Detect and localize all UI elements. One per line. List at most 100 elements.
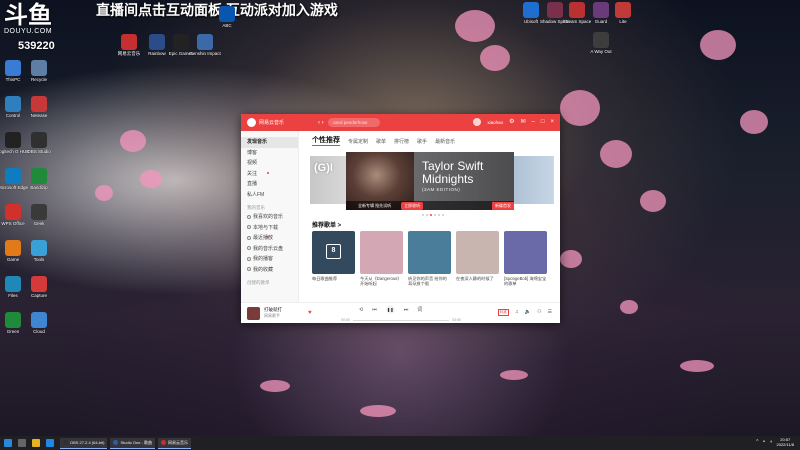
desktop-icon[interactable]: Lite	[606, 2, 640, 24]
desktop-icon-label: ABC	[222, 23, 232, 28]
playlist-caption[interactable]: [SpongeBob] 海绵宝宝的歌单	[504, 276, 547, 286]
taskbar: OBS 27.2.4 (64-bit) Studio One - 歌曲 网易云音乐 …	[0, 436, 800, 450]
tab-bar: 个性推荐 专属定制 歌单 排行榜 歌手 最新音乐	[312, 136, 550, 146]
clock[interactable]: 20:57 2022/11/8	[777, 437, 795, 447]
tab[interactable]: 排行榜	[394, 138, 409, 145]
maximize-icon[interactable]: □	[541, 118, 545, 126]
playlist-cover[interactable]	[360, 231, 403, 274]
desktop-icon[interactable]: A Way Out	[584, 32, 618, 54]
settings-icon[interactable]: ⚙	[509, 118, 514, 126]
desktop-icon-label: Netease	[30, 113, 48, 118]
desktop-icon[interactable]: Genshin Impact	[188, 34, 222, 56]
desktop-icon[interactable]: Netease	[22, 96, 56, 118]
song-artist[interactable]: 网易歌手	[264, 313, 324, 319]
douyu-logo-sub: DOUYU.COM	[4, 28, 53, 35]
file-explorer-icon[interactable]	[32, 439, 40, 447]
playlist-cover[interactable]: 8	[312, 231, 355, 274]
carousel-dots[interactable]	[422, 214, 444, 216]
banner-main[interactable]: Taylor Swift Midnights (3AM EDITION) 全新专…	[346, 152, 514, 210]
close-icon[interactable]: ×	[550, 118, 554, 126]
title-bar[interactable]: 网易云音乐 ‹ › carol penderhose xiaohao ⚙ ✉ –…	[241, 114, 560, 131]
sidebar-item-label: 发现音乐	[247, 139, 268, 145]
sidebar-item-icon	[247, 256, 251, 261]
tab[interactable]: 歌单	[376, 138, 386, 145]
taskbar-app[interactable]: Studio One - 歌曲	[110, 437, 156, 449]
sidebar-item[interactable]: 私人FM	[241, 190, 298, 201]
banner-carousel[interactable]: (G)I Taylor Swift Midnights (3AM EDITION…	[310, 152, 554, 216]
sidebar-item[interactable]: 本地与下载	[241, 223, 298, 234]
playlist-caption[interactable]: 今天从《Dangerous》开始听起	[360, 276, 403, 286]
taskbar-app[interactable]: OBS 27.2.4 (64-bit)	[60, 437, 108, 449]
search-input[interactable]: carol penderhose	[327, 118, 380, 127]
sidebar-item[interactable]: 我的播客	[241, 254, 298, 265]
user-name[interactable]: xiaohao	[487, 120, 503, 125]
back-forward-arrows-icon[interactable]: ‹ ›	[318, 120, 324, 126]
previous-icon[interactable]: ⏮	[372, 307, 377, 313]
network-icon[interactable]: ◓	[762, 439, 765, 445]
mail-icon[interactable]: ✉	[520, 118, 525, 126]
sidebar-item-icon	[247, 214, 251, 219]
sidebar-item[interactable]: 博客	[241, 148, 298, 159]
playlist-card[interactable]: 听见你的声音 给你的耳朵放个假	[408, 231, 451, 286]
taskbar-app[interactable]: 网易云音乐	[158, 437, 192, 449]
tab[interactable]: 歌手	[417, 138, 427, 145]
desktop-icon[interactable]: Recycle	[22, 60, 56, 82]
sidebar-item[interactable]: 关注	[241, 169, 298, 180]
sidebar-item[interactable]: 最近播放	[241, 233, 298, 244]
play-pause-button[interactable]: ❚❚	[385, 305, 395, 314]
playlist-icon[interactable]: ☰	[548, 309, 552, 316]
volume-icon[interactable]: 🔈	[525, 309, 531, 316]
banner-tag: 新碟首发	[492, 202, 514, 210]
app-icon	[31, 204, 47, 220]
banner-listen-button[interactable]: 立即收听	[401, 201, 424, 210]
playlist-card[interactable]: 在夜深人静的时候了	[456, 231, 499, 286]
netease-music-window[interactable]: 网易云音乐 ‹ › carol penderhose xiaohao ⚙ ✉ –…	[241, 114, 560, 323]
sidebar-item-label: 博客	[247, 149, 258, 156]
avatar[interactable]	[473, 118, 482, 126]
taskbar-search-icon[interactable]	[18, 439, 26, 447]
minimize-icon[interactable]: –	[532, 118, 535, 126]
desktop-icon[interactable]: Bandizip	[22, 168, 56, 190]
sidebar-item[interactable]: 我的收藏	[241, 265, 298, 276]
desktop-icon[interactable]: Geek	[22, 204, 56, 226]
playlist-card[interactable]: 8 每日歌曲推荐	[312, 231, 355, 286]
playlist-caption[interactable]: 听见你的声音 给你的耳朵放个假	[408, 276, 451, 286]
desktop-icon[interactable]: Cloud	[22, 312, 56, 334]
app-icon	[523, 2, 539, 18]
sound-effect-icon[interactable]: ♫	[515, 309, 519, 316]
playlist-cover[interactable]	[456, 231, 499, 274]
desktop-icon[interactable]: OBS Studio	[22, 132, 56, 154]
start-icon[interactable]	[4, 439, 12, 447]
sidebar-item[interactable]: 我的音乐云盘	[241, 244, 298, 255]
tray-expand-icon[interactable]: ^	[756, 439, 758, 445]
playlist-card[interactable]: 今天从《Dangerous》开始听起	[360, 231, 403, 286]
sidebar-item[interactable]: 直播	[241, 179, 298, 190]
repeat-icon[interactable]: ⟲	[359, 307, 363, 313]
quality-badge[interactable]: 标准	[498, 309, 510, 316]
playlist-card[interactable]: [SpongeBob] 海绵宝宝的歌单	[504, 231, 547, 286]
tab[interactable]: 个性推荐	[312, 137, 340, 146]
playlist-caption[interactable]: 每日歌曲推荐	[312, 276, 355, 286]
edge-icon[interactable]	[46, 439, 54, 447]
like-heart-icon[interactable]: ♥	[308, 310, 312, 316]
progress-bar[interactable]	[352, 319, 450, 321]
sidebar-item[interactable]: 我喜欢的音乐	[241, 212, 298, 223]
sidebar-item[interactable]: 发现音乐	[241, 137, 298, 148]
desktop-icon[interactable]: Tools	[22, 240, 56, 262]
app-name: 网易云音乐	[259, 120, 285, 126]
tab[interactable]: 专属定制	[348, 138, 368, 145]
speaker-icon[interactable]: ◖	[769, 439, 772, 445]
now-playing-cover[interactable]	[247, 306, 260, 320]
progress-area: 00:00 03:50	[341, 318, 461, 322]
next-icon[interactable]: ⏭	[404, 307, 409, 313]
section-title[interactable]: 推荐歌单 >	[312, 220, 550, 229]
sidebar-item[interactable]: 视频	[241, 158, 298, 169]
playlist-cover[interactable]	[408, 231, 451, 274]
desktop-icon[interactable]: ABC	[210, 6, 244, 28]
playlist-cover[interactable]	[504, 231, 547, 274]
playlist-caption[interactable]: 在夜深人静的时候了	[456, 276, 499, 286]
lyrics-icon[interactable]: 词	[417, 306, 422, 313]
tab[interactable]: 最新音乐	[435, 138, 455, 145]
desktop-icon[interactable]: Capture	[22, 276, 56, 298]
listen-together-icon[interactable]: ⚇	[537, 309, 541, 316]
